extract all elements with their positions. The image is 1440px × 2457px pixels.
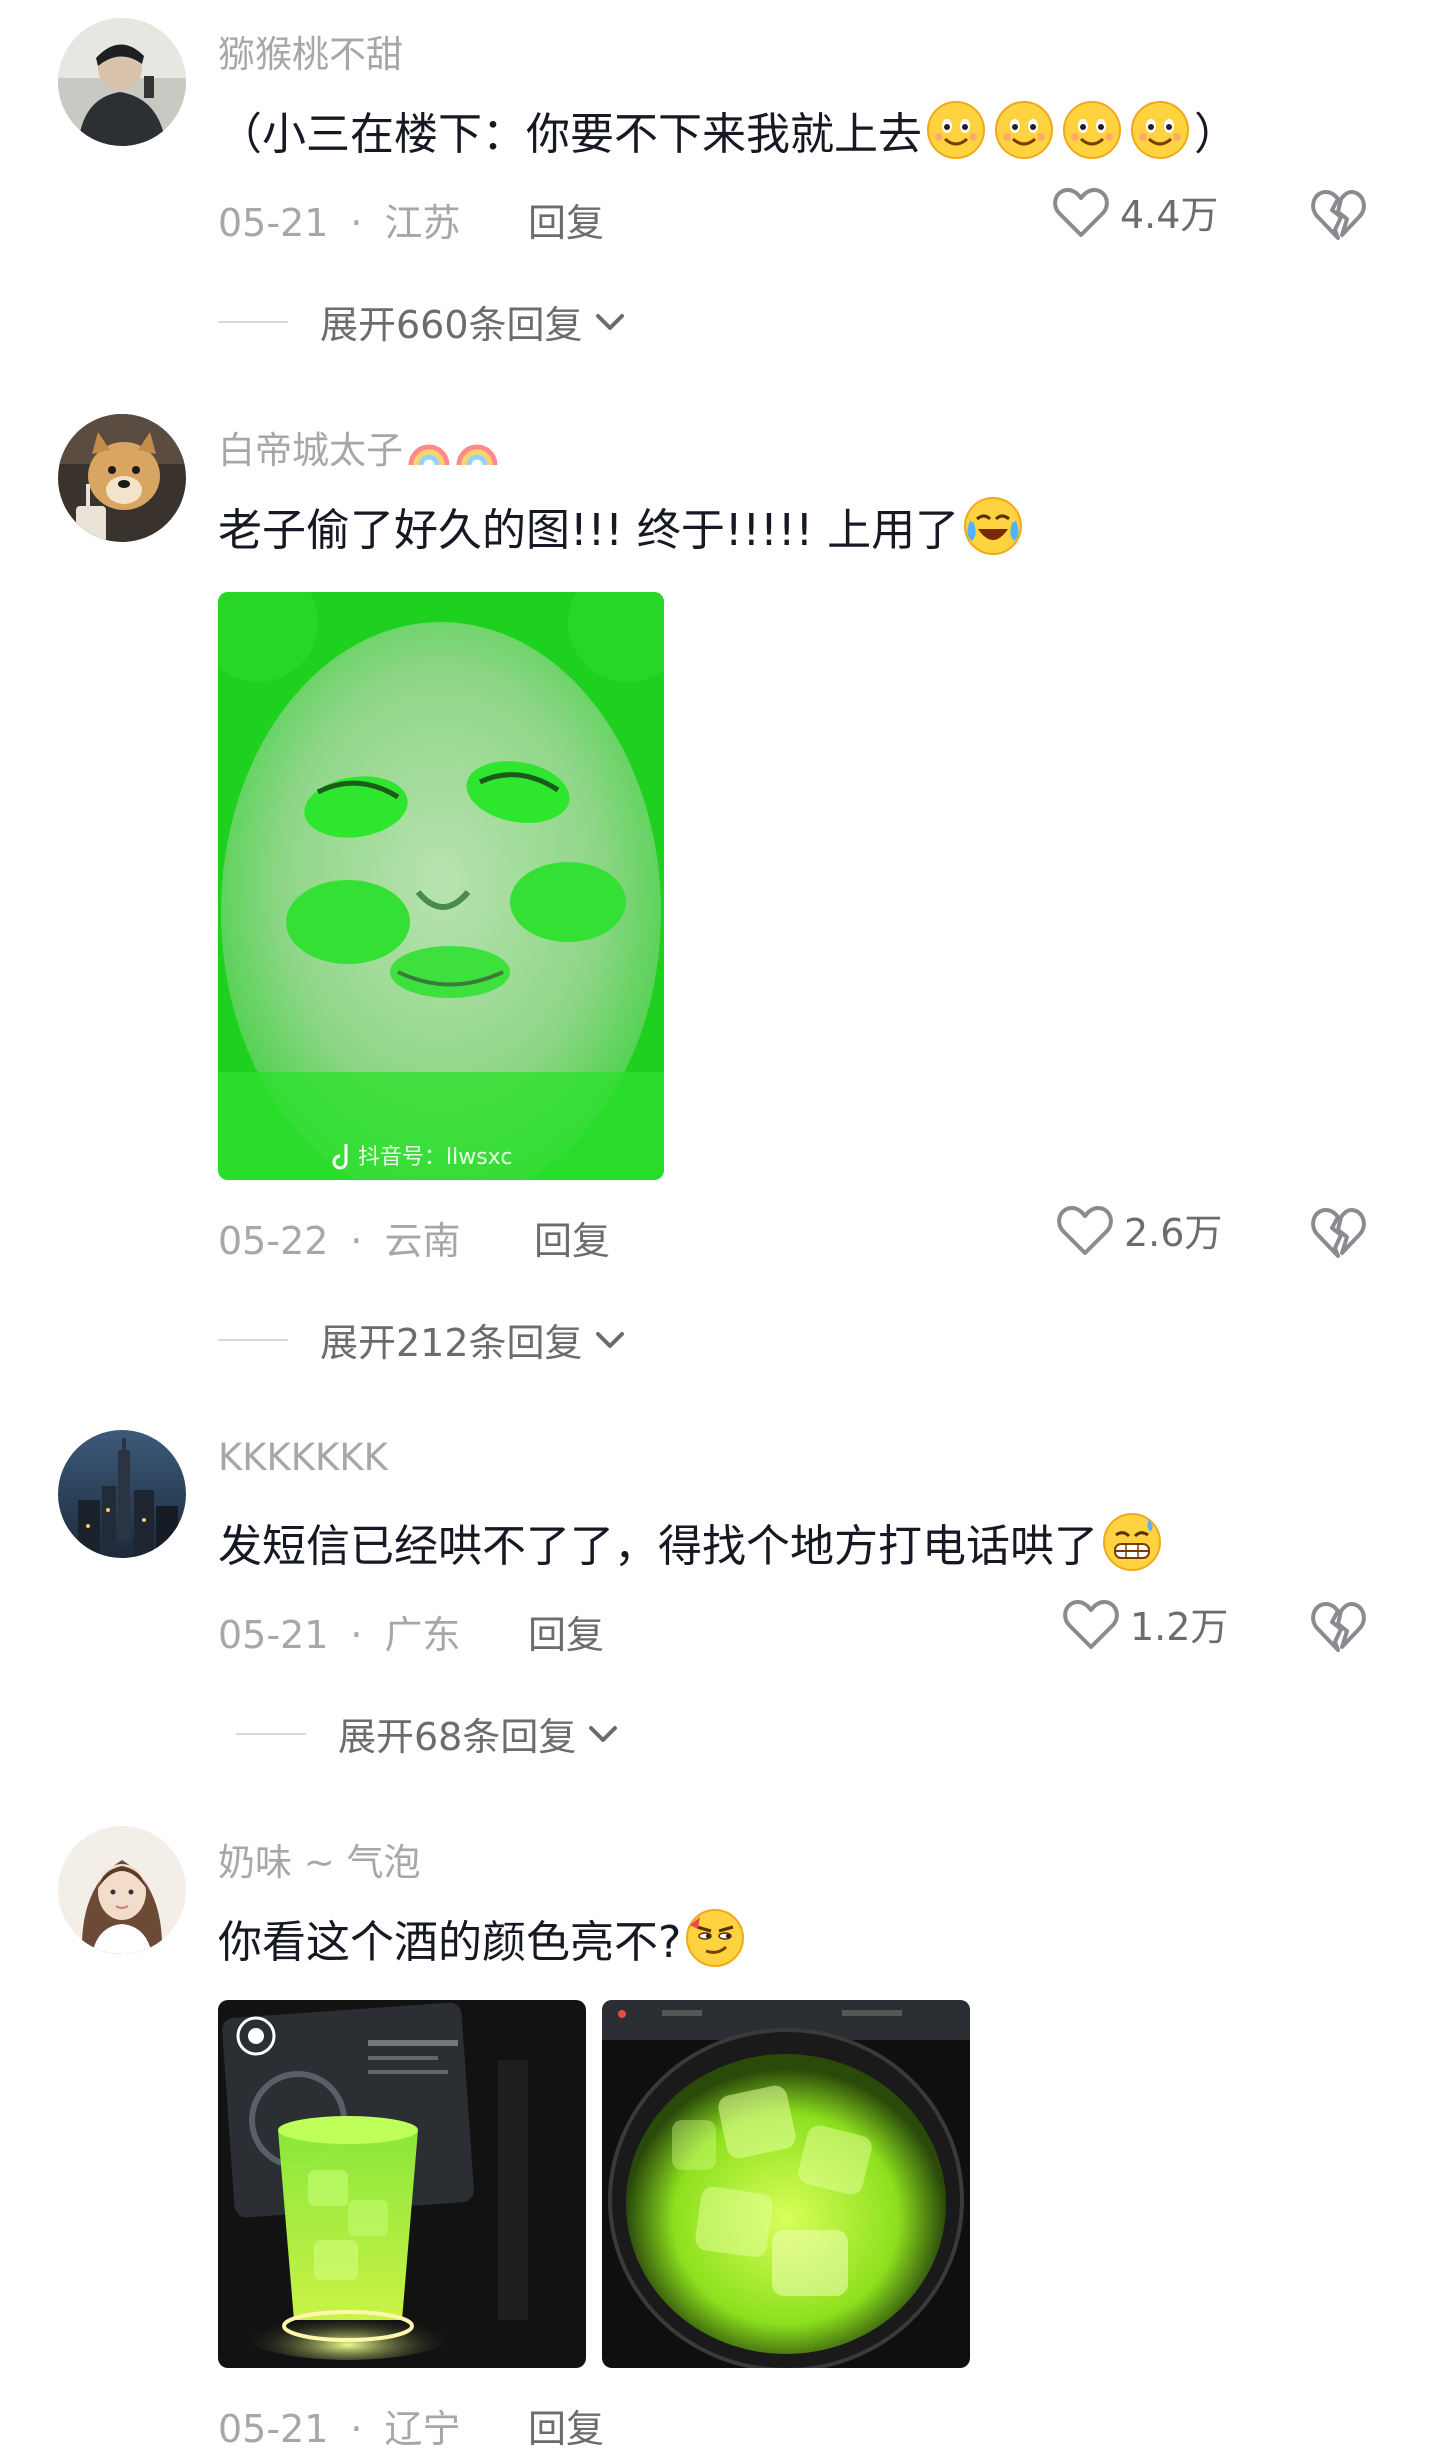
grin-sweat-emoji xyxy=(1101,1511,1163,1573)
heart-icon xyxy=(1057,1205,1113,1255)
rainbow-icon xyxy=(455,425,499,469)
comment-text: 你看这个酒的颜色亮不? xyxy=(218,1906,749,1970)
smirk-emoji xyxy=(684,1907,746,1969)
heart-icon xyxy=(1063,1599,1119,1649)
username[interactable]: 白帝城太子 xyxy=(218,420,499,474)
comment-meta: 05-22 · 云南 xyxy=(218,1219,461,1263)
broken-heart-icon xyxy=(1311,190,1366,240)
like-count: 1.2万 xyxy=(1130,1605,1229,1649)
like-count: 2.6万 xyxy=(1124,1211,1223,1255)
like-button[interactable]: 4.4万 xyxy=(1052,184,1218,239)
dislike-button[interactable] xyxy=(1310,1598,1366,1654)
comment-meta: 05-21 · 辽宁 xyxy=(218,2407,461,2451)
smile-emoji xyxy=(1129,99,1191,161)
green-drink-image xyxy=(218,2000,586,2368)
comment-date: 05-21 xyxy=(218,201,329,245)
user-avatar[interactable] xyxy=(58,1430,186,1558)
dislike-button[interactable] xyxy=(1310,186,1366,242)
comment-image[interactable] xyxy=(602,2000,970,2368)
comment-text-end: ） xyxy=(1194,109,1238,160)
comment-meta: 05-21 · 广东 xyxy=(218,1613,461,1657)
avatar-image xyxy=(58,1826,186,1954)
like-button[interactable]: 2.6万 xyxy=(1056,1202,1222,1257)
reply-button[interactable]: 回复 xyxy=(528,1604,604,1659)
user-avatar[interactable] xyxy=(58,414,186,542)
expand-replies-label: 展开212条回复 xyxy=(320,1321,583,1365)
chevron-down-icon xyxy=(589,1725,618,1742)
smile-emoji xyxy=(1061,99,1123,161)
avatar-image xyxy=(58,1430,186,1558)
panda-meme-image: 抖音号：llwsxc xyxy=(218,592,664,1180)
username[interactable]: 奶味 ~ 气泡 xyxy=(218,1832,421,1886)
like-count: 4.4万 xyxy=(1120,193,1219,237)
heart-icon xyxy=(1053,187,1109,237)
expand-replies-button[interactable]: 展开660条回复 xyxy=(218,294,627,349)
smile-emoji xyxy=(993,99,1055,161)
avatar-image xyxy=(58,414,186,542)
comment-date: 05-21 xyxy=(218,1613,329,1657)
crying-laugh-emoji xyxy=(962,495,1024,557)
comment-image[interactable]: 抖音号：llwsxc xyxy=(218,592,664,1180)
watermark-text: 抖音号：llwsxc xyxy=(358,1145,512,1170)
comment-text-body: （小三在楼下：你要不下来我就上去 xyxy=(218,109,922,160)
comment-location: 广东 xyxy=(384,1613,461,1657)
username-label: 白帝城太子 xyxy=(218,429,403,472)
expand-replies-button[interactable]: 展开68条回复 xyxy=(236,1706,620,1761)
divider-line xyxy=(236,1732,306,1735)
comment-image[interactable] xyxy=(218,2000,586,2368)
comment-location: 云南 xyxy=(384,1219,461,1263)
comment-text-body: 老子偷了好久的图!!! 终于!!!!! 上用了 xyxy=(218,505,960,556)
chevron-down-icon xyxy=(595,1331,624,1348)
broken-heart-icon xyxy=(1311,1602,1366,1652)
comment-text-body: 你看这个酒的颜色亮不? xyxy=(218,1917,682,1968)
reply-button[interactable]: 回复 xyxy=(528,192,604,247)
chevron-down-icon xyxy=(595,313,624,330)
user-avatar[interactable] xyxy=(58,1826,186,1954)
username[interactable]: KKKKKKK xyxy=(218,1436,388,1479)
smile-emoji xyxy=(925,99,987,161)
user-avatar[interactable] xyxy=(58,18,186,146)
comment-date: 05-21 xyxy=(218,2407,329,2451)
broken-heart-icon xyxy=(1311,1208,1366,1258)
comment-text: （小三在楼下：你要不下来我就上去 ） xyxy=(218,98,1238,162)
comment-text: 发短信已经哄不了了，得找个地方打电话哄了 xyxy=(218,1510,1166,1574)
rainbow-icon xyxy=(407,425,451,469)
comment-text-body: 发短信已经哄不了了，得找个地方打电话哄了 xyxy=(218,1521,1098,1572)
username[interactable]: 猕猴桃不甜 xyxy=(218,24,403,78)
comment-meta: 05-21 · 江苏 xyxy=(218,201,461,245)
expand-replies-label: 展开68条回复 xyxy=(338,1715,577,1759)
green-drink-topview-image xyxy=(602,2000,970,2368)
avatar-image xyxy=(58,18,186,146)
expand-replies-label: 展开660条回复 xyxy=(320,303,583,347)
divider-line xyxy=(218,1338,288,1341)
divider-line xyxy=(218,320,288,323)
comment-text: 老子偷了好久的图!!! 终于!!!!! 上用了 xyxy=(218,494,1027,558)
comment-location: 江苏 xyxy=(384,201,461,245)
comment-date: 05-22 xyxy=(218,1219,329,1263)
like-button[interactable]: 1.2万 xyxy=(1062,1596,1228,1651)
dislike-button[interactable] xyxy=(1310,1204,1366,1260)
reply-button[interactable]: 回复 xyxy=(528,2398,604,2453)
comment-location: 辽宁 xyxy=(384,2407,461,2451)
expand-replies-button[interactable]: 展开212条回复 xyxy=(218,1312,627,1367)
reply-button[interactable]: 回复 xyxy=(534,1210,610,1265)
